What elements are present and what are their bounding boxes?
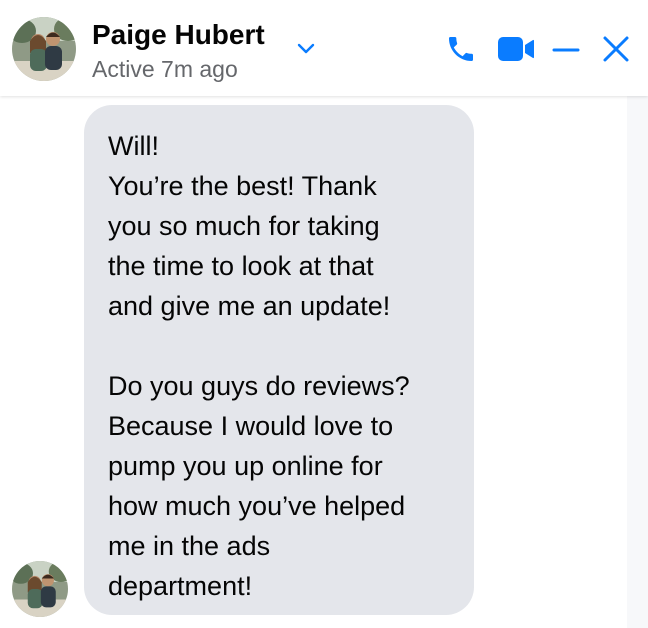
message-paragraph: Will! You’re the best! Thank you so much… xyxy=(108,131,391,321)
contact-avatar[interactable] xyxy=(12,17,76,81)
message-bubble[interactable]: Will! You’re the best! Thank you so much… xyxy=(84,105,474,615)
contact-info[interactable]: Paige Hubert Active 7m ago xyxy=(92,18,265,84)
chat-header: Paige Hubert Active 7m ago xyxy=(0,0,648,96)
video-call-button[interactable] xyxy=(496,30,536,68)
minimize-button[interactable] xyxy=(547,30,585,68)
close-button[interactable] xyxy=(598,30,634,68)
phone-icon xyxy=(445,33,477,65)
chevron-down-icon[interactable] xyxy=(296,42,316,56)
message-paragraph: Do you guys do reviews? Because I would … xyxy=(108,371,410,601)
active-status: Active 7m ago xyxy=(92,56,238,82)
close-icon xyxy=(601,34,631,64)
scroll-gutter xyxy=(627,96,648,628)
minimize-icon xyxy=(551,34,581,64)
sender-avatar[interactable] xyxy=(12,561,68,617)
video-camera-icon xyxy=(497,35,535,63)
contact-name[interactable]: Paige Hubert xyxy=(92,18,265,52)
call-button[interactable] xyxy=(443,30,479,68)
